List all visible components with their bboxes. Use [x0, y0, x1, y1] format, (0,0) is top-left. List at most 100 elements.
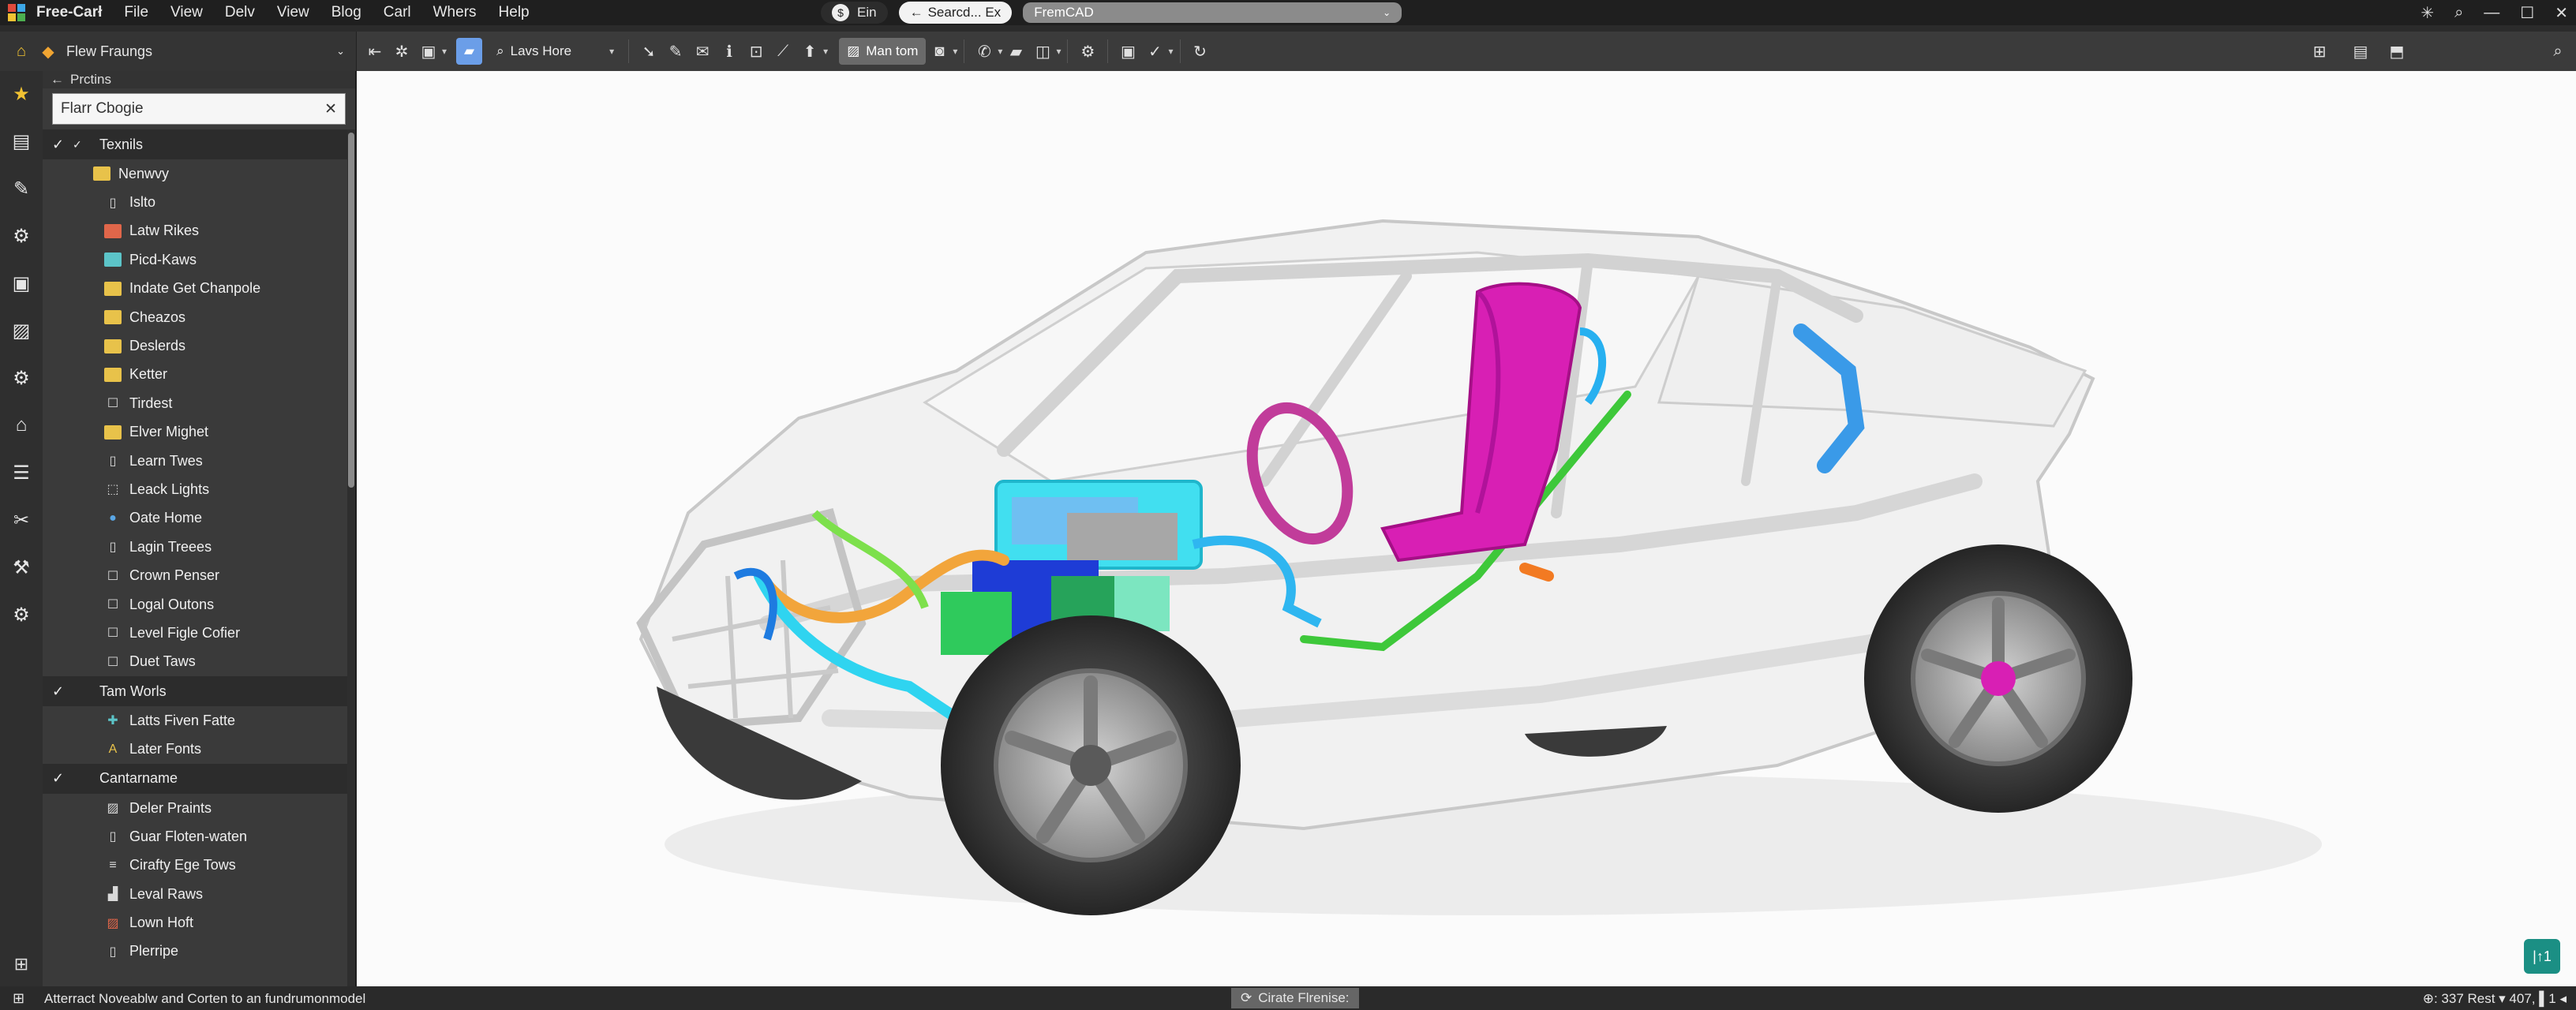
tool-icon[interactable]: ✂ [8, 505, 35, 535]
menu-view[interactable]: View [159, 4, 214, 21]
tree-item[interactable]: ▯ Plerripe [43, 937, 347, 966]
scrollbar-thumb[interactable] [348, 133, 354, 488]
device-icon[interactable]: ◫ [1029, 38, 1056, 65]
tree-item[interactable]: ☐ Crown Penser [43, 561, 347, 589]
camera-icon[interactable]: ◙ [926, 38, 953, 65]
tree-item[interactable]: Ketter [43, 361, 347, 389]
back-arrow-icon[interactable]: ← [51, 72, 64, 88]
mode-button[interactable]: ▨ Man tom [839, 38, 927, 65]
maximize-button[interactable]: ☐ [2520, 3, 2534, 23]
chevron-down-icon[interactable]: ▾ [442, 46, 447, 57]
export-icon[interactable]: ⬒ [2383, 38, 2410, 65]
check-icon[interactable]: ✓ [52, 770, 64, 787]
tree-item[interactable]: ☐ Logal Outons [43, 590, 347, 619]
menu-whers[interactable]: Whers [422, 4, 488, 21]
gear-icon[interactable]: ⚙ [8, 363, 35, 393]
grid-icon[interactable]: ⊞ [13, 990, 24, 1007]
tree-search-input[interactable]: Flarr Cbogie ✕ [52, 93, 346, 125]
menu-file[interactable]: File [113, 4, 159, 21]
settings-icon[interactable]: ⚙ [8, 221, 35, 251]
edit-icon[interactable]: ⟋ [769, 38, 796, 65]
close-button[interactable]: ✕ [2555, 3, 2568, 23]
3d-viewport[interactable]: |↑1 [357, 71, 2576, 986]
home-icon[interactable]: ⌂ [8, 38, 35, 65]
menu-delv[interactable]: Delv [214, 4, 266, 21]
box-icon[interactable]: ▣ [8, 268, 35, 298]
tree-item[interactable]: ▯ Learn Twes [43, 447, 347, 475]
expand-icon[interactable]: ✓ [73, 138, 82, 152]
folder-button[interactable]: ▰ [456, 38, 483, 65]
tree-scrollbar[interactable] [347, 129, 355, 986]
tree-item[interactable]: Latw Rikes [43, 217, 347, 245]
tree-item[interactable]: Picd-Kaws [43, 245, 347, 274]
chevron-down-icon[interactable]: ▾ [953, 46, 957, 57]
check-icon[interactable]: ✓ [52, 137, 64, 153]
document-selector[interactable]: FremCAD ⌄ [1023, 2, 1402, 23]
tree-item[interactable]: Indate Get Chanpole [43, 275, 347, 303]
account-pill[interactable]: $ Ein [821, 2, 888, 24]
workbench-selector[interactable]: ⌂ ◆ Flew Fraungs ⌄ [0, 32, 357, 71]
upload-icon[interactable]: ⬆ [796, 38, 823, 65]
close-icon[interactable]: ✕ [324, 100, 337, 118]
tree-item[interactable]: Deslerds [43, 331, 347, 360]
pencil-icon[interactable]: ✎ [8, 174, 35, 204]
house-icon[interactable]: ⌂ [8, 410, 35, 440]
document-icon[interactable]: ▤ [8, 126, 35, 156]
tree-item[interactable]: ☐ Tirdest [43, 389, 347, 417]
chevron-down-icon[interactable]: ▾ [1056, 46, 1061, 57]
apps-grid-icon[interactable]: ⊞ [8, 951, 35, 978]
tree-item[interactable]: ▯ Islto [43, 188, 347, 216]
wrench-icon[interactable]: ⚒ [8, 552, 35, 582]
info-icon[interactable]: ℹ [716, 38, 743, 65]
grid-icon[interactable]: ⊞ [2306, 38, 2333, 65]
image-icon[interactable]: ▨ [8, 316, 35, 346]
layout-icon[interactable]: ▤ [2347, 38, 2374, 65]
chevron-down-icon[interactable]: ▾ [823, 46, 828, 57]
refresh-icon[interactable]: ↻ [1187, 38, 1214, 65]
frame-icon[interactable]: ▣ [1114, 38, 1141, 65]
navigation-cube-button[interactable]: |↑1 [2524, 939, 2560, 974]
tree-item[interactable]: ▟ Leval Raws [43, 880, 347, 908]
phone-icon[interactable]: ✆ [971, 38, 998, 65]
list-icon[interactable]: ☰ [8, 458, 35, 488]
tree-item[interactable]: Nenwvy [43, 159, 347, 188]
tree-item[interactable]: ▯ Guar Floten-waten [43, 822, 347, 851]
pin-icon[interactable]: ✳ [2421, 3, 2434, 23]
tree-group-header[interactable]: ✓ Tam Worls [43, 676, 347, 707]
tree-item[interactable]: ≡ Cirafty Ege Tows [43, 851, 347, 880]
minimize-button[interactable]: — [2484, 4, 2499, 22]
tree-item[interactable]: ☐ Level Figle Cofier [43, 619, 347, 647]
comment-icon[interactable]: ▰ [1002, 38, 1029, 65]
menu-view-2[interactable]: View [266, 4, 320, 21]
status-action[interactable]: ⟳ Cirate Flrenise: [1231, 988, 1359, 1008]
gear-icon[interactable]: ⚙ [1074, 38, 1101, 65]
tree-item[interactable]: ▨ Lown Hoft [43, 908, 347, 937]
menu-carl[interactable]: Carl [373, 4, 422, 21]
search-pill[interactable]: ← Searcd... Ex [898, 2, 1013, 24]
save-icon[interactable]: ▣ [415, 38, 442, 65]
tree-item[interactable]: ▯ Lagin Treees [43, 533, 347, 561]
tree-item[interactable]: ⬚ Leack Lights [43, 475, 347, 503]
tree-group-header[interactable]: ✓ Cantarname [43, 763, 347, 794]
gear-circle-icon[interactable]: ✲ [388, 38, 415, 65]
tree-item[interactable]: Cheazos [43, 303, 347, 331]
menu-blog[interactable]: Blog [320, 4, 373, 21]
mail-icon[interactable]: ✉ [689, 38, 716, 65]
tree-group-header[interactable]: ✓ ✓ Texnils [43, 129, 347, 159]
tree-item[interactable]: ● Oate Home [43, 504, 347, 533]
tree-item[interactable]: A Later Fonts [43, 735, 347, 763]
tree-item[interactable]: ✚ Latts Fiven Fatte [43, 706, 347, 735]
search-icon[interactable]: ⌕ [2454, 4, 2463, 22]
check-icon[interactable]: ✓ [52, 683, 64, 700]
draw-icon[interactable]: ✎ [662, 38, 689, 65]
view-dropdown[interactable]: ⌕ Lavs Hore ▾ [489, 38, 622, 65]
check-icon[interactable]: ✓ [1141, 38, 1168, 65]
menu-help[interactable]: Help [488, 4, 541, 21]
pointer-icon[interactable]: ➘ [635, 38, 662, 65]
fit-icon[interactable]: ⇤ [361, 38, 388, 65]
cog-icon[interactable]: ⚙ [8, 600, 35, 630]
tree-item[interactable]: ▨ Deler Praints [43, 794, 347, 822]
lock-icon[interactable]: ⊡ [743, 38, 769, 65]
chevron-down-icon[interactable]: ▾ [1168, 46, 1173, 57]
star-icon[interactable]: ★ [8, 79, 35, 109]
